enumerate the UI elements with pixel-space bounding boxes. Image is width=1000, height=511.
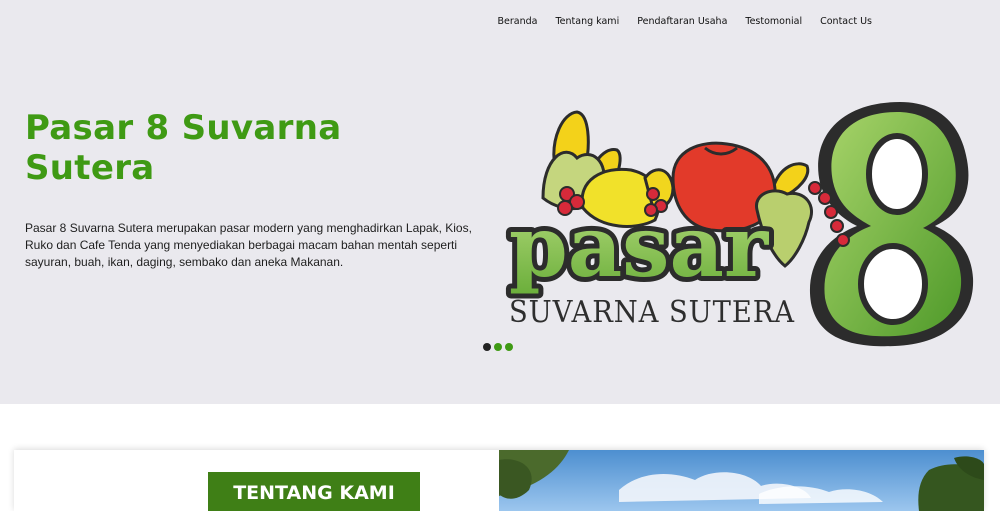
logo-subtitle: SUVARNA SUTERA [509,295,795,330]
pasar-wordmark: pasar pasar [505,192,775,301]
about-photo [499,450,984,511]
main-nav: Beranda Tentang kami Pendaftaran Usaha T… [498,16,872,27]
svg-text:pasar: pasar [509,197,770,296]
about-heading-badge: TENTANG KAMI [208,472,420,511]
pasar8-logo: pasar pasar SUVARNA SUTERA [505,102,974,347]
nav-item-contact-us[interactable]: Contact Us [820,16,872,27]
carousel-dot-2[interactable] [494,343,502,351]
nav-item-testomonial[interactable]: Testomonial [745,16,802,27]
hero-section: Beranda Tentang kami Pendaftaran Usaha T… [0,0,1000,404]
nav-item-tentang-kami[interactable]: Tentang kami [555,16,619,27]
carousel-indicators [483,343,513,351]
hero-description: Pasar 8 Suvarna Sutera merupakan pasar m… [25,221,472,269]
carousel-dot-3[interactable] [505,343,513,351]
nav-item-pendaftaran-usaha[interactable]: Pendaftaran Usaha [637,16,727,27]
about-section: TENTANG KAMI [14,450,984,511]
nav-item-beranda[interactable]: Beranda [498,16,538,27]
carousel-dot-1[interactable] [483,343,491,351]
hero-title: Pasar 8 Suvarna Sutera [25,108,342,188]
